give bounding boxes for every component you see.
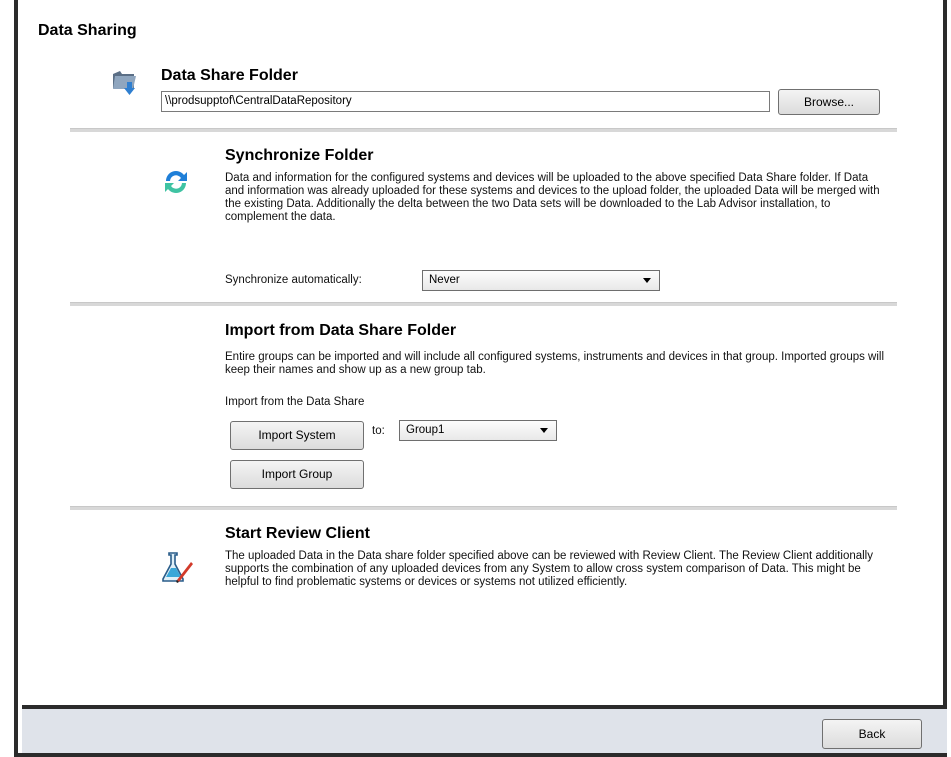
data-sharing-panel: Data Sharing Data Share Folder \\prodsup… <box>14 0 947 757</box>
browse-button[interactable]: Browse... <box>778 89 880 115</box>
divider <box>70 506 897 510</box>
review-heading: Start Review Client <box>225 525 370 542</box>
import-heading: Import from Data Share Folder <box>225 322 457 339</box>
review-description: The uploaded Data in the Data share fold… <box>225 550 873 588</box>
to-label: to: <box>372 425 385 437</box>
synchronize-description: Data and information for the configured … <box>225 172 880 223</box>
group-value: Group1 <box>406 424 445 436</box>
import-subheading: Import from the Data Share <box>225 396 365 408</box>
divider <box>70 302 897 306</box>
import-system-button[interactable]: Import System <box>230 421 364 450</box>
import-group-button[interactable]: Import Group <box>230 460 364 489</box>
sync-auto-value: Never <box>429 274 460 286</box>
sync-arrows-icon <box>160 166 192 198</box>
divider <box>70 128 897 132</box>
import-description: Entire groups can be imported and will i… <box>225 351 885 376</box>
back-button[interactable]: Back <box>822 719 922 749</box>
sync-auto-label: Synchronize automatically: <box>225 274 362 286</box>
page-title: Data Sharing <box>38 22 137 39</box>
footer-bar: Back <box>22 705 947 753</box>
sync-auto-select[interactable]: Never <box>422 270 660 291</box>
folder-download-icon <box>110 66 140 96</box>
chevron-down-icon <box>643 278 651 283</box>
review-client-icon <box>160 550 194 584</box>
chevron-down-icon <box>540 428 548 433</box>
group-select[interactable]: Group1 <box>399 420 557 441</box>
data-share-heading: Data Share Folder <box>161 67 298 84</box>
synchronize-heading: Synchronize Folder <box>225 147 374 164</box>
data-share-path-input[interactable]: \\prodsupptof\CentralDataRepository <box>161 91 770 112</box>
